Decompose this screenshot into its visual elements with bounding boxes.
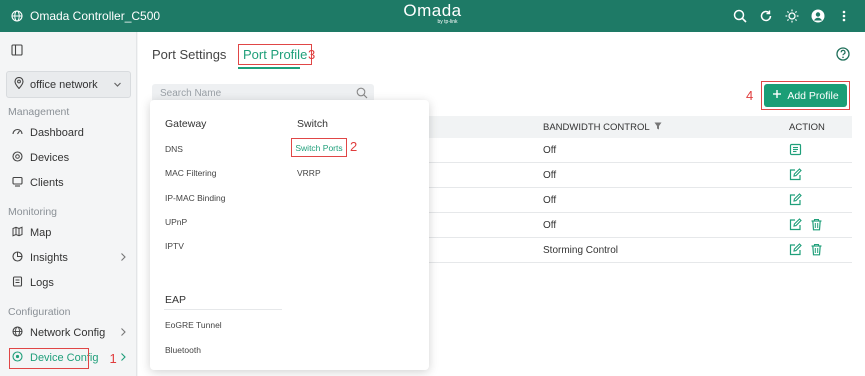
- sidebar-item-label: Map: [30, 227, 52, 239]
- active-tab-indicator: [238, 67, 300, 69]
- menu-item-ip-mac-binding[interactable]: IP-MAC Binding: [165, 193, 225, 203]
- header-bandwidth[interactable]: BANDWIDTH CONTROL: [543, 122, 662, 133]
- edit-icon[interactable]: [789, 218, 802, 234]
- edit-icon[interactable]: [789, 193, 802, 209]
- plus-icon: [772, 89, 782, 102]
- step-marker-1: 1: [109, 350, 117, 366]
- menu-item-dns[interactable]: DNS: [165, 144, 183, 154]
- top-bar: Omada Controller_C500 Omada by tp-link: [0, 0, 865, 32]
- sidebar-item-label: Insights: [30, 252, 68, 264]
- sidebar-item-clients[interactable]: Clients: [6, 172, 131, 194]
- add-profile-button[interactable]: Add Profile: [764, 84, 847, 107]
- tab-port-settings[interactable]: Port Settings: [152, 47, 226, 62]
- refresh-icon[interactable]: [759, 9, 773, 23]
- sidebar-item-device-config[interactable]: Device Config 1: [6, 347, 131, 369]
- menu-item-upnp[interactable]: UPnP: [165, 217, 187, 227]
- sidebar-item-insights[interactable]: Insights: [6, 247, 131, 269]
- devices-icon: [12, 151, 23, 165]
- bandwidth-value: Off: [543, 145, 557, 156]
- sidebar-item-logs[interactable]: Logs: [6, 272, 131, 294]
- section-configuration: Configuration: [8, 306, 71, 318]
- search-icon[interactable]: [733, 9, 747, 23]
- globe-icon: [12, 326, 23, 340]
- clients-icon: [12, 176, 23, 190]
- menu-group-eap: EAP: [165, 294, 187, 306]
- sidebar-item-label: Clients: [30, 177, 64, 189]
- sidebar-item-map[interactable]: Map: [6, 222, 131, 244]
- sidebar-toggle-icon[interactable]: [11, 44, 23, 59]
- sidebar-item-label: Devices: [30, 152, 70, 164]
- menu-group-gateway: Gateway: [165, 118, 207, 130]
- header-action: ACTION: [789, 122, 825, 133]
- sidebar-item-network-config[interactable]: Network Config: [6, 322, 131, 344]
- section-management: Management: [8, 106, 70, 118]
- insights-icon: [12, 251, 23, 265]
- menu-item-switch-ports[interactable]: Switch Ports: [291, 138, 347, 157]
- sidebar-item-label: Logs: [30, 277, 54, 289]
- sidebar-item-label: Dashboard: [30, 127, 84, 139]
- map-icon: [12, 226, 23, 240]
- site-selector-label: office network: [30, 78, 98, 91]
- edit-icon[interactable]: [789, 168, 802, 184]
- header-bandwidth-label: BANDWIDTH CONTROL: [543, 122, 650, 133]
- tab-port-profile[interactable]: Port Profile: [238, 44, 313, 65]
- trash-icon[interactable]: [810, 218, 823, 234]
- add-profile-label: Add Profile: [787, 89, 839, 102]
- sidebar-item-dashboard[interactable]: Dashboard: [6, 122, 131, 144]
- menu-item-eogre-tunnel[interactable]: EoGRE Tunnel: [165, 320, 222, 330]
- menu-item-bluetooth[interactable]: Bluetooth: [165, 345, 201, 355]
- chevron-right-icon: [119, 352, 127, 365]
- section-monitoring: Monitoring: [8, 206, 58, 218]
- user-avatar-icon[interactable]: [811, 9, 825, 23]
- bandwidth-value: Off: [543, 220, 557, 231]
- bandwidth-value: Off: [543, 170, 557, 181]
- highlight-box: [9, 348, 89, 369]
- trash-icon[interactable]: [810, 243, 823, 259]
- step-marker-4: 4: [746, 88, 754, 103]
- search-placeholder: Search Name: [160, 88, 222, 99]
- edit-icon[interactable]: [789, 243, 802, 259]
- dashboard-icon: [12, 126, 23, 140]
- menu-group-switch: Switch: [297, 118, 328, 130]
- step-marker-3: 3: [308, 47, 316, 62]
- sidebar-item-devices[interactable]: Devices: [6, 147, 131, 169]
- bandwidth-value: Off: [543, 195, 557, 206]
- help-icon[interactable]: [836, 47, 850, 64]
- filter-icon[interactable]: [654, 122, 662, 133]
- menu-item-vrrp[interactable]: VRRP: [297, 168, 321, 178]
- menu-item-iptv[interactable]: IPTV: [165, 241, 184, 251]
- sidebar: office network Management Dashboard Devi…: [0, 32, 137, 376]
- device-config-menu: Gateway DNS MAC Filtering IP-MAC Binding…: [150, 100, 429, 370]
- more-icon[interactable]: [837, 9, 851, 23]
- chevron-right-icon: [119, 327, 127, 340]
- location-pin-icon: [14, 76, 24, 92]
- chevron-down-icon: [113, 80, 122, 92]
- site-selector[interactable]: office network: [6, 71, 131, 98]
- bandwidth-value: Storming Control: [543, 245, 619, 256]
- details-icon[interactable]: [789, 143, 802, 159]
- chevron-right-icon: [119, 252, 127, 265]
- sidebar-item-label: Network Config: [30, 327, 106, 339]
- logs-icon: [12, 276, 23, 290]
- menu-divider: [164, 309, 282, 310]
- step-marker-2: 2: [350, 139, 358, 154]
- sun-icon[interactable]: [785, 9, 799, 23]
- menu-item-mac-filtering[interactable]: MAC Filtering: [165, 168, 216, 178]
